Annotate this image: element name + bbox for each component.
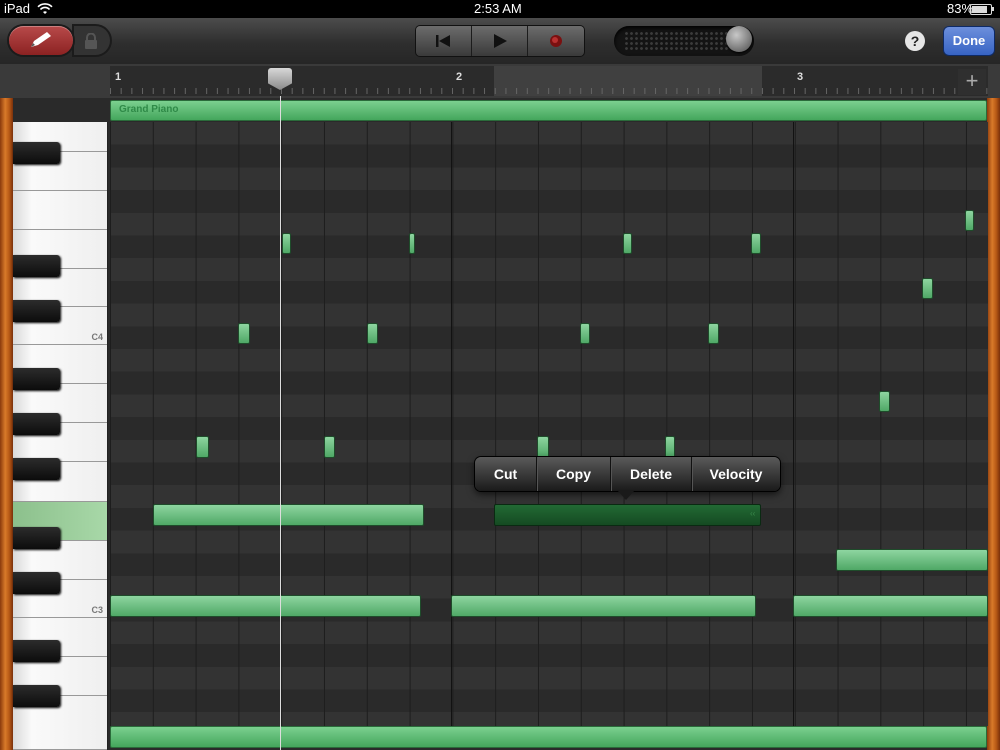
bar-number-1: 1 [115, 71, 122, 83]
play-button[interactable] [472, 26, 528, 56]
add-bars-button[interactable]: + [958, 69, 986, 95]
note-grid[interactable]: ‹‹ [110, 122, 988, 726]
ruler-ticks [110, 88, 988, 94]
midi-note-long[interactable] [110, 595, 421, 617]
midi-note[interactable] [580, 323, 590, 344]
midi-note-long[interactable] [153, 504, 424, 526]
piano-black-key[interactable] [13, 255, 60, 277]
piano-black-key[interactable] [13, 413, 60, 435]
lock-icon [85, 33, 97, 49]
midi-note[interactable] [238, 323, 250, 344]
track-region-name: Grand Piano [119, 104, 179, 115]
piano-black-key[interactable] [13, 640, 60, 662]
battery-icon [970, 4, 994, 15]
midi-note-selected[interactable]: ‹‹ [494, 504, 761, 526]
key-label-c4: C4 [91, 332, 103, 342]
piano-black-key[interactable] [13, 142, 60, 164]
play-icon [494, 34, 507, 48]
midi-note[interactable] [282, 233, 291, 254]
volume-knob[interactable] [726, 26, 752, 52]
grid-columns [110, 122, 988, 726]
garageband-piano-roll: iPad 2:53 AM 83% ? Done 1 2 3 + Grand Pi… [0, 0, 1000, 750]
cut-menu-item[interactable]: Cut [475, 457, 537, 491]
key-label-c3: C3 [91, 605, 103, 615]
record-icon [550, 35, 562, 47]
midi-note[interactable] [965, 210, 974, 231]
midi-note[interactable] [879, 391, 890, 412]
piano-keyboard: C4 C3 [13, 122, 108, 750]
go-to-start-button[interactable] [416, 26, 472, 56]
midi-note[interactable] [537, 436, 549, 458]
clock: 2:53 AM [474, 1, 522, 16]
midi-note-long[interactable] [793, 595, 988, 617]
done-button[interactable]: Done [944, 27, 994, 55]
playhead-line [280, 96, 281, 750]
bar-number-2: 2 [456, 71, 463, 83]
track-region-header[interactable]: Grand Piano [110, 100, 987, 121]
pencil-icon [31, 32, 51, 47]
midi-note[interactable] [751, 233, 761, 254]
delete-menu-item[interactable]: Delete [611, 457, 692, 491]
midi-note[interactable] [922, 278, 933, 299]
context-menu-pointer [617, 490, 635, 500]
resize-grip-icon[interactable]: ‹‹ [750, 510, 756, 518]
midi-note[interactable] [409, 233, 415, 254]
piano-black-key[interactable] [13, 685, 60, 707]
record-button[interactable] [528, 26, 584, 56]
piano-black-key[interactable] [13, 527, 60, 549]
note-context-menu: Cut Copy Delete Velocity [475, 457, 780, 491]
copy-menu-item[interactable]: Copy [537, 457, 611, 491]
bottom-region-bar[interactable] [110, 726, 987, 748]
wood-side-right [987, 98, 1000, 750]
velocity-menu-item[interactable]: Velocity [692, 457, 780, 491]
help-button[interactable]: ? [905, 31, 925, 51]
skip-to-start-icon [436, 35, 450, 47]
wifi-icon [37, 3, 53, 14]
midi-note[interactable] [196, 436, 209, 458]
midi-note-long[interactable] [836, 549, 988, 571]
status-bar: iPad 2:53 AM 83% [0, 0, 1000, 18]
piano-black-key[interactable] [13, 300, 60, 322]
piano-white-key[interactable] [13, 191, 107, 230]
transport-controls [416, 26, 584, 56]
wood-side-left [0, 98, 13, 750]
bar-line [793, 122, 794, 726]
pencil-edit-button[interactable] [9, 26, 73, 55]
bar-line [451, 122, 452, 726]
midi-note[interactable] [367, 323, 378, 344]
piano-black-key[interactable] [13, 458, 60, 480]
midi-note[interactable] [708, 323, 719, 344]
speaker-grille [624, 31, 734, 51]
midi-note-long[interactable] [451, 595, 756, 617]
piano-black-key[interactable] [13, 572, 60, 594]
device-label: iPad [4, 1, 31, 16]
midi-note[interactable] [623, 233, 632, 254]
midi-note[interactable] [665, 436, 675, 458]
piano-black-key[interactable] [13, 368, 60, 390]
midi-note[interactable] [324, 436, 335, 458]
bar-number-3: 3 [797, 71, 804, 83]
